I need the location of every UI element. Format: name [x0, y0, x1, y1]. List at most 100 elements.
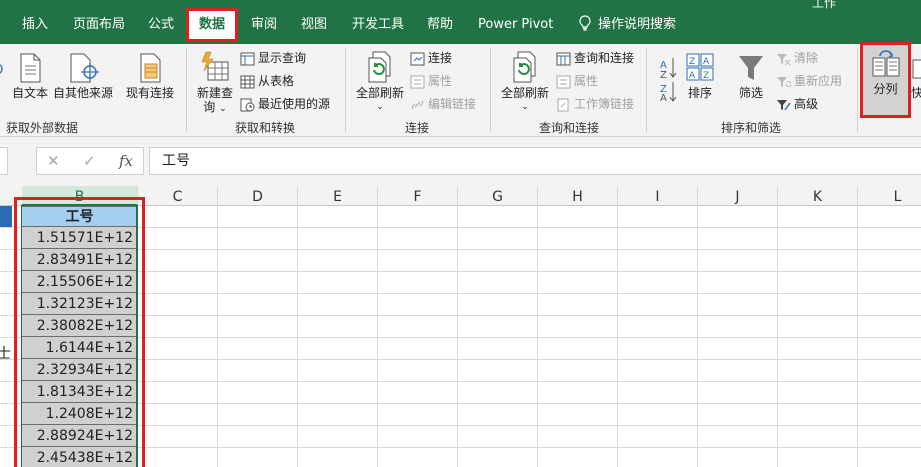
svg-text:Z: Z — [703, 71, 709, 81]
sort-az-icon: AZZA — [660, 58, 677, 104]
ribbon-tab-bar: 工作 插入 页面布局 公式 数据 审阅 视图 开发工具 帮助 Power Piv… — [0, 0, 921, 44]
edit-links-button[interactable]: 编辑链接 — [410, 94, 476, 114]
connection-properties-button[interactable]: 属性 — [410, 71, 452, 91]
refresh-all-icon — [368, 51, 391, 83]
from-text-button[interactable]: 自文本 — [10, 52, 50, 100]
clear-filter-icon — [777, 54, 791, 66]
column-header-k[interactable]: K — [778, 186, 858, 206]
column-highlight-frame — [14, 197, 145, 467]
reapply-filter-icon — [777, 77, 792, 87]
properties-icon — [410, 75, 425, 89]
svg-text:Z: Z — [660, 70, 667, 81]
group-label-get-transform: 获取和转换 — [235, 121, 296, 135]
svg-text:A: A — [689, 71, 696, 81]
column-header-e[interactable]: E — [298, 186, 378, 206]
tab-tell-me[interactable]: 操作说明搜索 — [578, 10, 676, 40]
quick-fill-button-partial[interactable]: 快 — [911, 52, 921, 100]
chevron-down-icon: ⌄ — [219, 104, 227, 114]
from-other-sources-button[interactable]: 自其他来源 — [52, 52, 114, 100]
table-icon — [240, 75, 255, 89]
group-separator — [186, 48, 187, 132]
advanced-filter-icon — [777, 100, 791, 111]
show-query-button[interactable]: 显示查询 — [240, 48, 306, 68]
group-separator — [490, 48, 491, 132]
clear-filter-button[interactable]: 清除 — [776, 48, 818, 68]
tab-page-layout[interactable]: 页面布局 — [73, 10, 125, 40]
queries-connections-button[interactable]: 查询和连接 — [556, 48, 634, 68]
reapply-filter-button[interactable]: 重新应用 — [776, 71, 842, 91]
svg-text:A: A — [660, 93, 667, 102]
text-file-icon — [20, 53, 41, 83]
group-label-queries: 查询和连接 — [539, 121, 600, 135]
column-header-h[interactable]: H — [538, 186, 618, 206]
formula-input[interactable]: 工号 — [149, 147, 921, 175]
query-properties-button[interactable]: 属性 — [556, 71, 598, 91]
column-header-j[interactable]: J — [698, 186, 778, 206]
queries-refresh-all-button[interactable]: 全部刷新 ⌄ — [498, 50, 552, 114]
existing-connections-button[interactable]: 现有连接 — [124, 52, 176, 100]
tab-formulas[interactable]: 公式 — [148, 10, 174, 40]
connections-button[interactable]: 连接 — [410, 48, 452, 68]
group-label-get-external: 获取外部数据 — [6, 121, 79, 135]
workbook-links-button[interactable]: 工作簿链接 — [556, 94, 634, 114]
recent-sources-icon — [240, 98, 255, 112]
enter-icon[interactable]: ✓ — [83, 152, 96, 170]
group-separator — [857, 48, 858, 132]
filter-funnel-icon — [739, 56, 763, 80]
new-query-icon — [201, 51, 229, 81]
tab-help[interactable]: 帮助 — [427, 10, 453, 40]
column-header-d[interactable]: D — [218, 186, 298, 206]
tab-data[interactable]: 数据 — [186, 8, 238, 42]
properties-icon — [556, 75, 571, 89]
show-query-icon — [240, 52, 255, 66]
insert-function-icon[interactable]: fx — [119, 152, 133, 170]
column-header-f[interactable]: F — [378, 186, 458, 206]
tab-review[interactable]: 审阅 — [251, 10, 277, 40]
svg-text:Z: Z — [689, 57, 695, 67]
tab-insert[interactable]: 插入 — [22, 10, 48, 40]
column-header-g[interactable]: G — [458, 186, 538, 206]
group-separator — [646, 48, 647, 132]
queries-connections-icon — [556, 52, 571, 66]
name-box[interactable] — [0, 147, 8, 175]
recent-sources-button[interactable]: 最近使用的源 — [240, 94, 330, 114]
chevron-down-icon: ⌄ — [376, 102, 384, 112]
column-header-i[interactable]: I — [618, 186, 698, 206]
tell-me-label: 操作说明搜索 — [598, 17, 677, 32]
column-a-partial — [0, 206, 12, 467]
group-label-connections: 连接 — [405, 121, 430, 135]
split-columns-button[interactable]: 分列 — [864, 50, 907, 96]
group-separator — [345, 48, 346, 132]
column-a-header-fill — [0, 206, 12, 227]
connections-icon — [410, 52, 425, 66]
flash-fill-icon — [912, 59, 921, 79]
text-to-columns-icon — [872, 50, 899, 77]
advanced-filter-button[interactable]: 高级 — [776, 94, 818, 114]
other-sources-icon — [70, 53, 99, 83]
sort-ascending-button[interactable]: AZZA — [657, 54, 679, 105]
tab-developer[interactable]: 开发工具 — [352, 10, 404, 40]
column-header-l[interactable]: L — [858, 186, 921, 206]
window-title-fragment: 工作 — [812, 0, 837, 10]
filter-button[interactable]: 筛选 — [734, 52, 768, 100]
new-query-button[interactable]: 新建查 询 ⌄ — [194, 50, 236, 116]
column-header-c[interactable]: C — [138, 186, 218, 206]
existing-connections-icon — [140, 53, 161, 83]
edit-links-icon — [411, 100, 424, 110]
chevron-down-icon: ⌄ — [521, 102, 529, 112]
lightbulb-icon — [579, 15, 591, 31]
column-a-text-fragment: 士 — [0, 346, 11, 362]
tab-power-pivot[interactable]: Power Pivot — [478, 10, 553, 40]
cancel-icon[interactable]: ✕ — [47, 152, 60, 170]
ribbon: 自文本 自其他来源 现有连接 获取外部数据 新建查 询 ⌄ 显示查询 从表格 最… — [0, 42, 921, 137]
sort-button[interactable]: ZAAZ 排序 — [684, 52, 716, 100]
svg-text:A: A — [703, 57, 710, 67]
sort-icon: Z AA Z — [686, 53, 714, 81]
formula-controls: ✕ ✓ fx — [36, 147, 144, 175]
refresh-all-icon — [513, 51, 536, 83]
workbook-links-icon — [557, 98, 569, 112]
from-table-button[interactable]: 从表格 — [240, 71, 294, 91]
tab-view[interactable]: 视图 — [301, 10, 327, 40]
web-icon-partial — [0, 64, 3, 74]
refresh-all-button[interactable]: 全部刷新 ⌄ — [354, 50, 406, 114]
